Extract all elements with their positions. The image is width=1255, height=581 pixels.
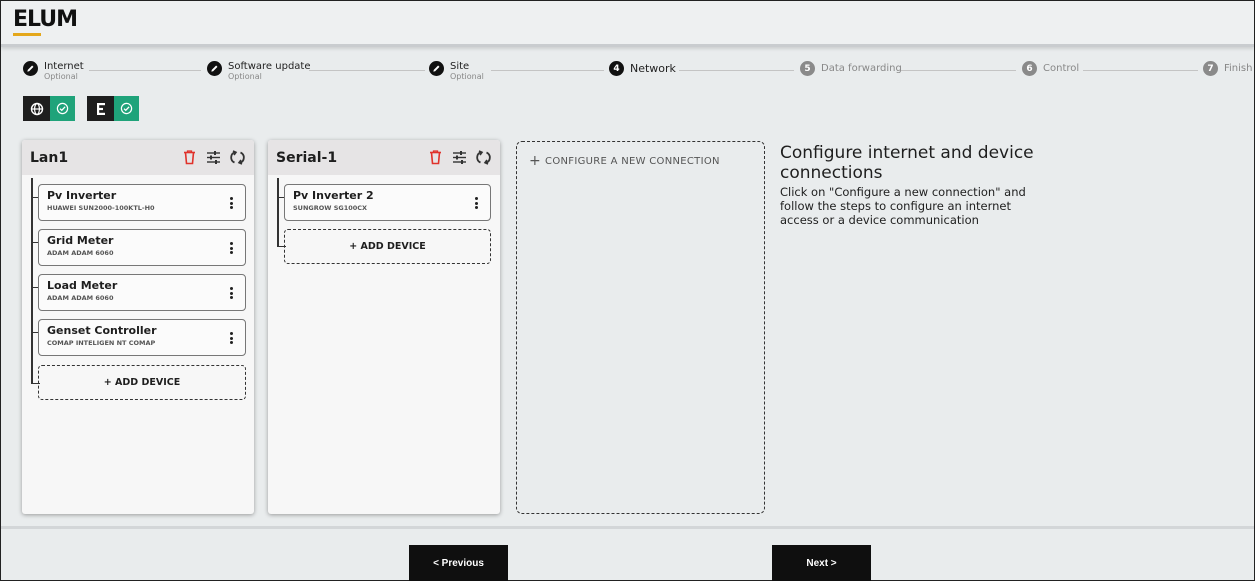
more-vertical-icon[interactable] [230, 332, 233, 344]
setup-stepper: Internet Optional Software update Option… [1, 57, 1254, 85]
pencil-icon [23, 61, 38, 76]
step-software-update[interactable]: Software update Optional [207, 61, 311, 81]
info-panel: Configure internet and device connection… [780, 143, 1060, 227]
info-body: Click on "Configure a new connection" an… [780, 185, 1026, 227]
pencil-icon [207, 61, 222, 76]
app-header: ELUM [1, 1, 1254, 47]
internet-status-badge[interactable] [23, 96, 75, 121]
step-control[interactable]: 6 Control [1022, 61, 1079, 76]
more-vertical-icon[interactable] [230, 242, 233, 254]
more-vertical-icon[interactable] [230, 287, 233, 299]
step-number: 5 [800, 61, 815, 76]
settings-sliders-icon[interactable] [451, 149, 468, 166]
trash-icon[interactable] [427, 149, 444, 166]
panel-title: Lan1 [30, 149, 69, 166]
more-vertical-icon[interactable] [475, 197, 478, 209]
device-card-grid-meter[interactable]: Grid Meter ADAM ADAM 6060 [38, 229, 246, 266]
plus-icon: + [529, 153, 542, 169]
device-card-load-meter[interactable]: Load Meter ADAM ADAM 6060 [38, 274, 246, 311]
next-button[interactable]: Next > [772, 545, 871, 581]
panel-header: Serial-1 [268, 140, 500, 175]
device-card-pv-inverter-2[interactable]: Pv Inverter 2 SUNGROW SG100CX [284, 184, 491, 221]
check-icon [114, 96, 139, 121]
step-network[interactable]: 4 Network [609, 61, 676, 76]
panel-header: Lan1 [22, 140, 254, 175]
step-data-forwarding[interactable]: 5 Data forwarding [800, 61, 902, 76]
previous-button[interactable]: < Previous [409, 545, 508, 581]
panel-title: Serial-1 [276, 149, 338, 166]
configure-new-connection-button[interactable]: + CONFIGURE A NEW CONNECTION [516, 141, 765, 514]
step-finish[interactable]: 7 Finish [1203, 61, 1252, 76]
device-card-genset-controller[interactable]: Genset Controller COMAP INTELIGEN NT COM… [38, 319, 246, 356]
device-card-pv-inverter[interactable]: Pv Inverter HUAWEI SUN2000-100KTL-H0 [38, 184, 246, 221]
elum-logo: ELUM [13, 8, 78, 40]
refresh-icon[interactable] [475, 149, 492, 166]
new-connection-label: + CONFIGURE A NEW CONNECTION [529, 153, 720, 169]
step-internet[interactable]: Internet Optional [23, 61, 84, 81]
globe-icon [23, 96, 50, 121]
pencil-icon [429, 61, 444, 76]
add-device-button[interactable]: + ADD DEVICE [284, 229, 491, 264]
step-number: 6 [1022, 61, 1037, 76]
step-site[interactable]: Site Optional [429, 61, 484, 81]
more-vertical-icon[interactable] [230, 197, 233, 209]
step-number: 7 [1203, 61, 1218, 76]
add-device-button[interactable]: + ADD DEVICE [38, 365, 246, 400]
connection-panel-serial-1: Serial-1 Pv Inverter 2 SUNGROW SG100CX +… [268, 140, 500, 514]
footer-nav: < Previous Next > [1, 526, 1254, 581]
settings-sliders-icon[interactable] [205, 149, 222, 166]
elum-status-badge[interactable] [87, 96, 139, 121]
trash-icon[interactable] [181, 149, 198, 166]
connection-panel-lan1: Lan1 Pv Inverter HUAWEI SUN2000-100KTL-H… [22, 140, 254, 514]
step-number: 4 [609, 61, 624, 76]
check-icon [50, 96, 75, 121]
refresh-icon[interactable] [229, 149, 246, 166]
elum-icon [87, 96, 114, 121]
info-title: Configure internet and device connection… [780, 143, 1034, 183]
